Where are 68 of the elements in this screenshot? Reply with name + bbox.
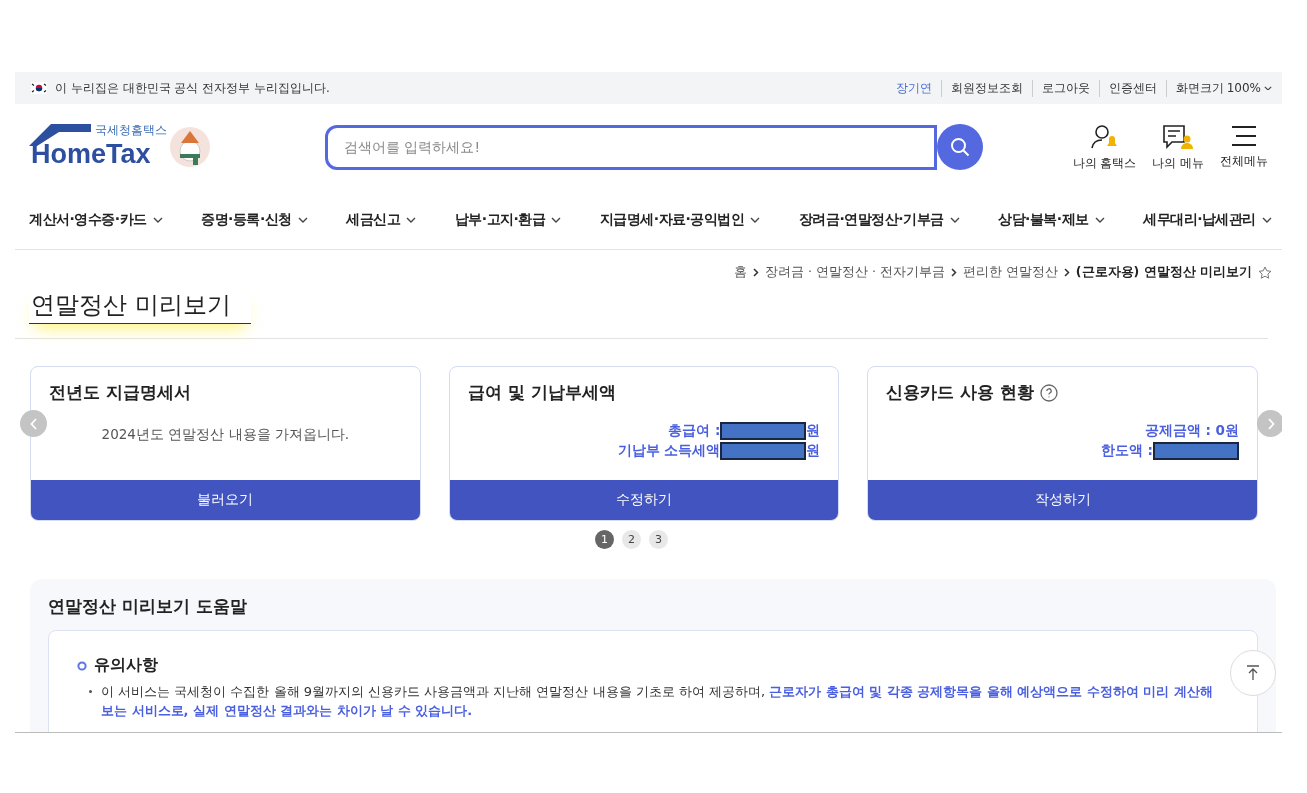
breadcrumb-link[interactable]: 장려금 · 연말정산 · 전자기부금 xyxy=(765,264,945,281)
chevron-down-icon xyxy=(406,216,417,223)
nav-menu-item[interactable]: 세금신고 xyxy=(346,210,417,229)
amount-unit: 원 xyxy=(806,422,821,440)
search-icon xyxy=(950,137,970,157)
chevron-down-icon xyxy=(1261,216,1272,223)
nav-menu-item[interactable]: 납부·고지·환급 xyxy=(454,210,562,229)
help-icon[interactable] xyxy=(1040,383,1059,402)
nav-menu-item[interactable]: 상담·불복·제보 xyxy=(998,210,1105,229)
amount-label: 총급여 : xyxy=(668,422,721,440)
ring-bullet-icon xyxy=(77,660,87,671)
page-dot[interactable]: 3 xyxy=(649,530,668,549)
chevron-down-icon xyxy=(750,216,761,223)
amount-label: 한도액 : xyxy=(1100,442,1153,460)
chevron-right-icon xyxy=(950,268,957,277)
header-tool-button[interactable]: 나의 메뉴 xyxy=(1152,123,1204,171)
chevron-down-icon xyxy=(551,216,562,223)
card-action-button[interactable]: 수정하기 xyxy=(449,480,839,520)
note-person-icon xyxy=(1162,123,1195,150)
chevron-left-icon xyxy=(29,417,38,430)
nav-menu-item[interactable]: 지급명세·자료·공익법인 xyxy=(599,210,761,229)
arrow-up-icon xyxy=(1246,665,1260,681)
card-message: 2024년도 연말정산 내용을 가져옵니다. xyxy=(101,426,350,444)
card-title: 신용카드 사용 현황 xyxy=(886,381,1035,404)
breadcrumb-link[interactable]: 홈 xyxy=(734,264,748,281)
search-field[interactable]: 검색어를 입력하세요! xyxy=(325,124,937,170)
chevron-down-icon xyxy=(297,216,308,223)
chevron-down-icon xyxy=(1264,85,1272,91)
person-bell-icon xyxy=(1090,123,1119,150)
amount-label: 기납부 소득세액 xyxy=(617,442,721,460)
chevron-right-icon xyxy=(1266,417,1275,430)
page-dot[interactable]: 2 xyxy=(622,530,641,549)
breadcrumb-link[interactable]: (근로자용) 연말정산 미리보기 xyxy=(1075,264,1252,281)
notice-text: 이 서비스는 국세청이 수집한 올해 9월까지의 신용카드 사용금액과 지난해 연말정산 내용을 기초로 하여 제공하며, 근로자가 총급여 및 각종 공제항목을 올해 예상액으로 수정하여 미리 계산해 보는 서비스로, 실제 연말정산 결과와는 차이가 날 수 있습니다. xyxy=(89,682,1229,720)
section-heading: 유의사항 xyxy=(94,655,158,676)
top-link[interactable]: 인증센터 xyxy=(1099,79,1167,97)
search-button[interactable] xyxy=(937,124,983,170)
chevron-down-icon xyxy=(1094,216,1105,223)
nav-menu-item[interactable]: 증명·등록·신청 xyxy=(201,210,308,229)
logo-subtitle: 국세청홈택스 xyxy=(95,122,167,139)
star-icon[interactable] xyxy=(1258,265,1272,280)
nav-menu-item[interactable]: 세무대리·납세관리 xyxy=(1143,210,1272,229)
nav-menu-item[interactable]: 계산서·영수증·카드 xyxy=(29,210,163,229)
header-tool-button[interactable]: 전체메뉴 xyxy=(1220,123,1268,171)
chevron-down-icon xyxy=(152,216,163,223)
chevron-right-icon xyxy=(1063,268,1070,277)
card-action-button[interactable]: 작성하기 xyxy=(868,480,1257,520)
page-dot[interactable]: 1 xyxy=(595,530,614,549)
card-title: 전년도 지급명세서 xyxy=(49,381,191,404)
header-tool-button[interactable]: 나의 홈택스 xyxy=(1072,123,1137,171)
amount-label: 공제금액 : 0원 xyxy=(1144,422,1239,440)
card-title: 급여 및 기납부세액 xyxy=(467,381,616,404)
zoom-select[interactable]: 화면크기 100% xyxy=(1166,79,1272,97)
chevron-down-icon xyxy=(949,216,960,223)
top-link[interactable]: 회원정보조회 xyxy=(941,79,1033,97)
top-link[interactable]: 로그아웃 xyxy=(1032,79,1100,97)
breadcrumb-link[interactable]: 편리한 연말정산 xyxy=(962,264,1058,281)
card-action-button[interactable]: 불러오기 xyxy=(31,480,420,520)
top-link[interactable]: 장기연 xyxy=(886,79,942,97)
government-notice: 이 누리집은 대한민국 공식 전자정부 누리집입니다. xyxy=(55,79,331,97)
help-title: 연말정산 미리보기 도움말 xyxy=(48,595,248,618)
page-title: 연말정산 미리보기 xyxy=(29,289,251,324)
chevron-right-icon xyxy=(753,268,760,277)
logo-title: HomeTax xyxy=(31,139,151,170)
flag-icon xyxy=(31,82,47,94)
amount-unit: 원 xyxy=(806,442,821,460)
menu-icon xyxy=(1231,123,1257,148)
nav-menu-item[interactable]: 장려금·연말정산·기부금 xyxy=(798,210,960,229)
